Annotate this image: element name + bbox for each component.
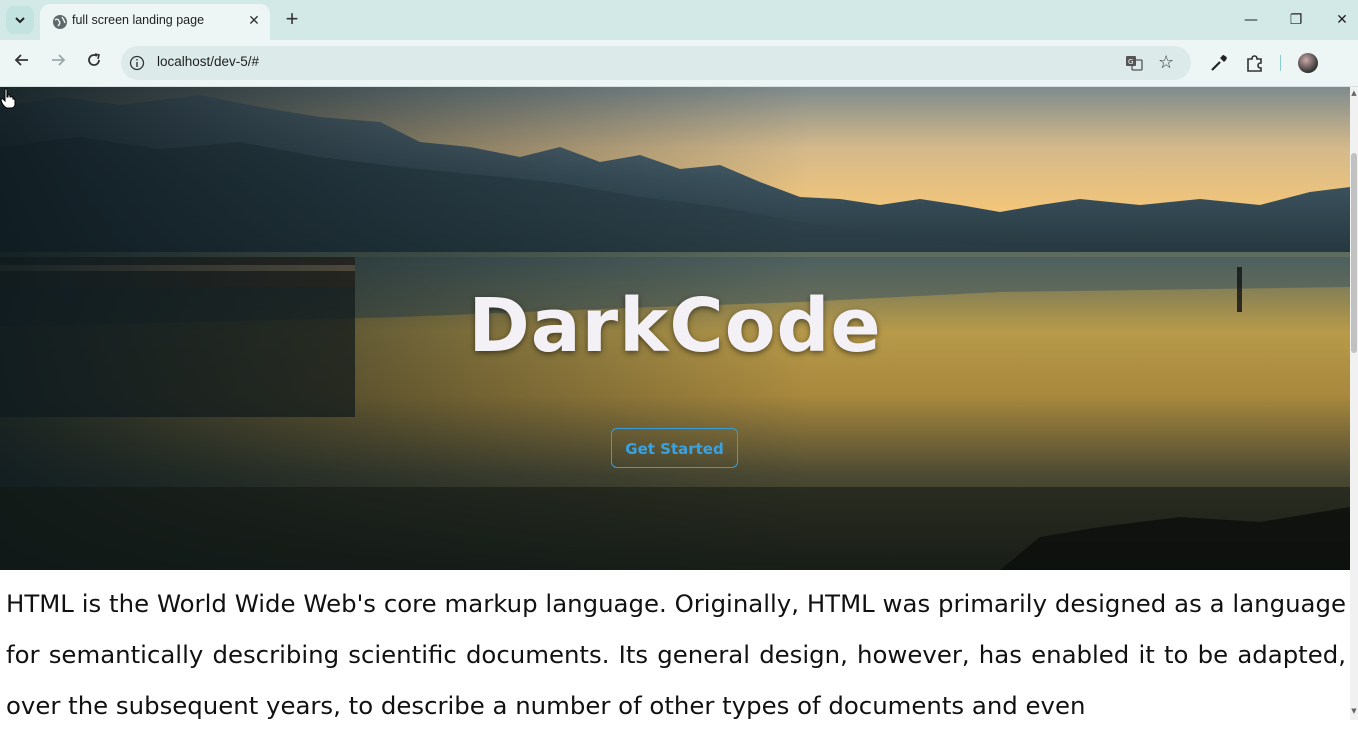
hand-pointer-cursor-icon: [0, 88, 16, 109]
intro-paragraph: HTML is the World Wide Web's core markup…: [6, 589, 1346, 720]
url-text[interactable]: localhost/dev-5/#: [157, 54, 259, 69]
scroll-up-arrow-icon[interactable]: ▲: [1350, 89, 1358, 97]
tab-search-button[interactable]: [6, 6, 34, 34]
browser-toolbar: localhost/dev-5/# G ☆ ⋮: [0, 40, 1358, 112]
chevron-down-icon: [15, 17, 25, 24]
reload-icon: [88, 53, 100, 66]
hero-section: DarkCode Get Started: [0, 87, 1350, 570]
info-icon[interactable]: [129, 55, 145, 71]
globe-icon: [53, 15, 67, 29]
arrow-right-icon: [52, 54, 66, 66]
new-tab-button[interactable]: +: [282, 8, 302, 32]
close-tab-icon[interactable]: ✕: [246, 13, 262, 29]
back-button[interactable]: [10, 51, 34, 75]
scroll-down-arrow-icon[interactable]: ▼: [1350, 707, 1358, 715]
extensions-puzzle-icon[interactable]: [1244, 52, 1266, 74]
bookmark-star-icon[interactable]: ☆: [1158, 52, 1174, 73]
minimize-button[interactable]: —: [1229, 6, 1273, 34]
eyedropper-icon[interactable]: [1208, 52, 1230, 74]
tab-title: full screen landing page: [72, 13, 205, 27]
address-bar[interactable]: localhost/dev-5/# G ☆: [121, 46, 1191, 80]
forward-button[interactable]: [46, 51, 70, 75]
translate-icon[interactable]: G: [1125, 54, 1143, 72]
reload-button[interactable]: [82, 51, 106, 75]
svg-text:G: G: [1128, 58, 1133, 66]
profile-avatar[interactable]: [1298, 53, 1318, 73]
scrollbar-thumb[interactable]: [1351, 153, 1357, 353]
restore-button[interactable]: ❐: [1274, 6, 1318, 34]
browser-tab-strip: full screen landing page ✕ + — ❐ ✕: [0, 0, 1358, 40]
page-scrollbar[interactable]: ▲ ▼: [1350, 87, 1358, 720]
arrow-left-icon: [14, 54, 28, 66]
browser-tab[interactable]: full screen landing page ✕: [40, 4, 270, 40]
close-window-button[interactable]: ✕: [1320, 6, 1358, 34]
hero-title: DarkCode: [468, 283, 882, 369]
get-started-button[interactable]: Get Started: [611, 428, 738, 468]
toolbar-divider: [1280, 55, 1281, 71]
